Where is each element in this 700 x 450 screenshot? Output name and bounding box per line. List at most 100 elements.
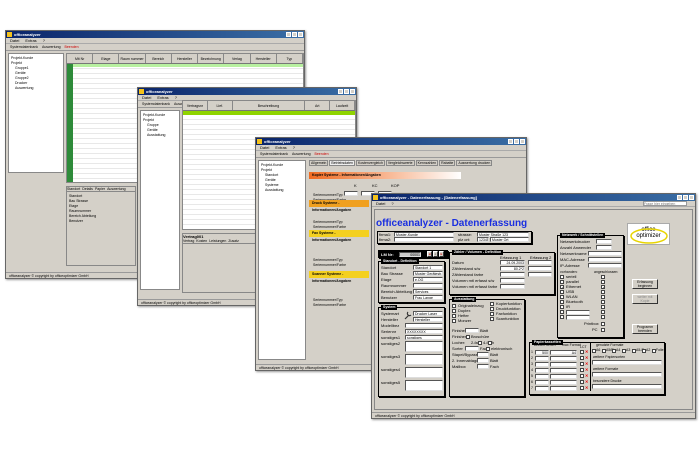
column-header[interactable]: Beschreibung bbox=[233, 101, 306, 110]
checkbox[interactable] bbox=[486, 347, 490, 351]
toolbar-beenden[interactable]: Beenden bbox=[315, 151, 329, 157]
system-input[interactable]: XXXXXXXX bbox=[405, 329, 443, 334]
close-button[interactable] bbox=[350, 89, 355, 94]
standort-input[interactable]: Services bbox=[413, 289, 443, 294]
anzahl-input[interactable] bbox=[535, 374, 549, 379]
lct-checkbox[interactable] bbox=[580, 356, 584, 360]
format-select[interactable] bbox=[550, 356, 577, 361]
port-input[interactable] bbox=[566, 315, 590, 320]
menu-extras[interactable]: Extras bbox=[275, 145, 286, 150]
maximize-button[interactable] bbox=[344, 89, 349, 94]
tab[interactable]: Vertrag bbox=[183, 239, 194, 243]
minimize-button[interactable] bbox=[508, 139, 513, 144]
column-header[interactable]: Hersteller bbox=[172, 54, 199, 63]
tab[interactable]: Zusatz bbox=[228, 239, 239, 243]
system-input[interactable] bbox=[405, 341, 443, 352]
sorter-input[interactable] bbox=[465, 346, 479, 351]
column-header[interactable]: Bezeichnung bbox=[198, 54, 225, 63]
menu-extras[interactable]: Extras bbox=[25, 38, 36, 43]
checkbox[interactable] bbox=[466, 335, 470, 339]
standort-input[interactable] bbox=[413, 283, 443, 288]
checkbox[interactable] bbox=[452, 314, 456, 318]
minimize-button[interactable] bbox=[286, 32, 291, 37]
tab-papier[interactable]: Papier bbox=[95, 187, 105, 191]
erfassung1-input[interactable] bbox=[500, 272, 525, 277]
format-select[interactable] bbox=[550, 362, 577, 367]
checkbox[interactable] bbox=[452, 304, 456, 308]
connected-checkbox[interactable] bbox=[601, 290, 605, 294]
title-bar[interactable]: officeanalyzer - Datenerfassung - [Daten… bbox=[372, 194, 695, 201]
standort-input[interactable]: Standort 1 bbox=[413, 265, 443, 270]
toolbar-auswertung[interactable]: Auswertung bbox=[292, 151, 310, 157]
tab-auswertung[interactable]: Auswertung bbox=[107, 187, 125, 191]
toolbar-systemdatenbank[interactable]: Systemdatenbank bbox=[142, 101, 170, 107]
port-checkbox[interactable] bbox=[560, 300, 564, 304]
erfassung2-input[interactable] bbox=[528, 266, 552, 271]
system-input[interactable] bbox=[405, 323, 443, 328]
column-header[interactable]: Hersteller bbox=[251, 54, 277, 63]
pc-checkbox[interactable] bbox=[601, 328, 605, 332]
toolbar-systemdatenbank[interactable]: Systemdatenbank bbox=[10, 44, 38, 50]
menu-help[interactable]: ? bbox=[43, 38, 45, 43]
plz-input[interactable]: 12345 bbox=[477, 237, 489, 242]
toolbar-systemdatenbank[interactable]: Systemdatenbank bbox=[260, 151, 288, 157]
delete-icon[interactable]: ✕ bbox=[585, 361, 588, 366]
standort-input[interactable]: Muster Gerätestr. bbox=[413, 271, 443, 276]
format-select[interactable]: A4 bbox=[550, 350, 577, 355]
close-button[interactable] bbox=[689, 195, 694, 200]
tab[interactable]: Kennzahlen bbox=[415, 160, 439, 166]
toolbar-beenden[interactable]: Beenden bbox=[65, 44, 79, 50]
column-header[interactable]: Mit Nr bbox=[67, 54, 94, 63]
system-input[interactable]: Drucker Laser bbox=[413, 311, 443, 316]
system-input[interactable] bbox=[405, 380, 443, 391]
lct-checkbox[interactable] bbox=[580, 380, 584, 384]
title-bar[interactable]: officeanalyzer bbox=[6, 31, 304, 38]
checkbox[interactable] bbox=[488, 341, 492, 345]
tab[interactable]: Kosten bbox=[196, 239, 207, 243]
column-header[interactable]: Art bbox=[305, 101, 331, 110]
count-input[interactable] bbox=[477, 358, 489, 363]
title-bar[interactable]: officeanalyzer bbox=[138, 88, 356, 95]
weiter-mit-kopie-button[interactable]: weiter mit Kopie bbox=[632, 294, 658, 304]
netzwerk-input[interactable] bbox=[596, 245, 612, 250]
checkbox[interactable] bbox=[490, 312, 494, 316]
column-header[interactable]: Verlag bbox=[224, 54, 251, 63]
lm-number[interactable]: 00001 bbox=[399, 251, 421, 257]
system-input[interactable]: sonstiges bbox=[405, 335, 443, 340]
standort-input[interactable]: Frau Lange bbox=[413, 295, 443, 300]
menu-datei[interactable]: Datei bbox=[376, 201, 385, 206]
delete-icon[interactable]: ✕ bbox=[585, 367, 588, 372]
papier-input[interactable] bbox=[592, 372, 662, 377]
lct-checkbox[interactable] bbox=[580, 368, 584, 372]
anzahl-input[interactable] bbox=[535, 386, 549, 391]
delete-icon[interactable]: ✕ bbox=[585, 355, 588, 360]
ort-input[interactable]: Muster Ort bbox=[490, 237, 529, 242]
connected-checkbox[interactable] bbox=[601, 280, 605, 284]
tab[interactable]: Allgemein bbox=[309, 160, 329, 166]
minimize-button[interactable] bbox=[338, 89, 343, 94]
port-checkbox[interactable] bbox=[560, 275, 564, 279]
menu-datei[interactable]: Datei bbox=[142, 95, 151, 100]
connected-checkbox[interactable]: ✓ bbox=[601, 285, 605, 290]
connected-checkbox[interactable] bbox=[601, 295, 605, 299]
connected-checkbox[interactable] bbox=[601, 300, 605, 304]
menu-datei[interactable]: Datei bbox=[260, 145, 269, 150]
lct-checkbox[interactable] bbox=[580, 350, 584, 354]
format-select[interactable] bbox=[550, 374, 577, 379]
menu-help[interactable]: ? bbox=[391, 201, 393, 206]
maximize-button[interactable] bbox=[292, 32, 297, 37]
format-select[interactable] bbox=[550, 380, 577, 385]
tab-details[interactable]: Details bbox=[82, 187, 93, 191]
project-tree[interactable]: Projekt-Kunde Projekt Standort Geräte System… bbox=[258, 160, 306, 360]
lct-checkbox[interactable] bbox=[580, 374, 584, 378]
lct-checkbox[interactable] bbox=[580, 362, 584, 366]
checkbox[interactable] bbox=[452, 309, 456, 313]
column-header[interactable]: Etage bbox=[93, 54, 120, 63]
programm-beenden-button[interactable]: Programm beenden bbox=[632, 324, 658, 334]
erfassung1-input[interactable]: 24.09.2003 bbox=[500, 260, 525, 265]
selected-row[interactable] bbox=[73, 64, 303, 67]
connected-checkbox[interactable] bbox=[601, 275, 605, 279]
tab[interactable]: Rabatte bbox=[439, 160, 456, 166]
port-checkbox[interactable] bbox=[560, 310, 564, 314]
netzwerk-input[interactable] bbox=[588, 263, 622, 268]
